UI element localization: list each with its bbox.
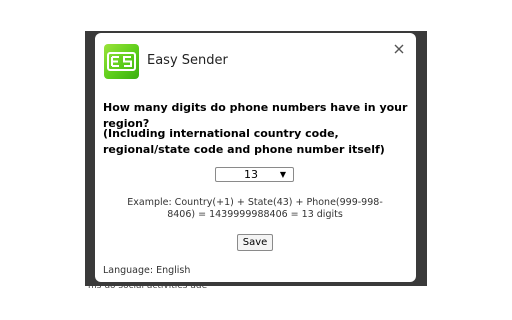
language-label: Language: English	[103, 265, 191, 276]
save-button[interactable]: Save	[237, 234, 273, 251]
close-icon[interactable]	[392, 41, 406, 55]
app-title: Easy Sender	[147, 53, 228, 68]
logo-icon	[107, 52, 136, 71]
settings-modal: Easy Sender How many digits do phone num…	[95, 33, 416, 282]
digits-note: (Including international country code, r…	[103, 127, 385, 156]
digits-select[interactable]: 13 ▼	[215, 167, 294, 182]
digits-select-value: 13	[244, 168, 258, 181]
dropdown-arrow-icon: ▼	[279, 170, 286, 179]
easy-sender-logo	[104, 44, 139, 79]
example-text: Example: Country(+1) + State(43) + Phone…	[127, 197, 383, 220]
